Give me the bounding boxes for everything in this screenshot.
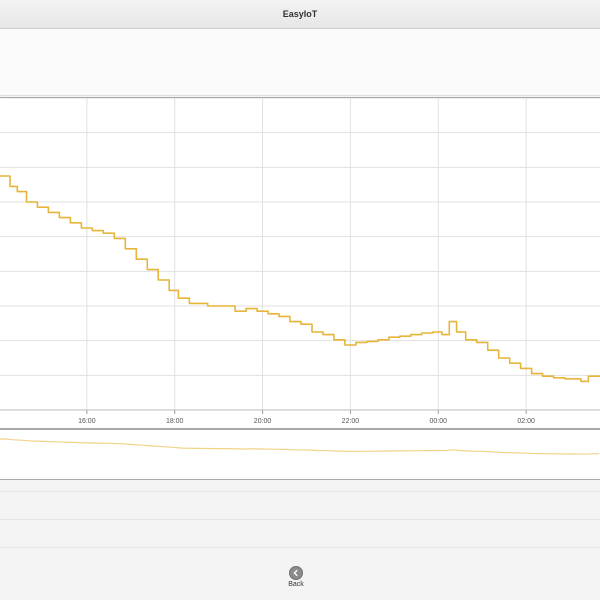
data-point (426, 332, 429, 334)
data-point (591, 375, 593, 378)
data-point (360, 341, 363, 344)
data-point (327, 333, 330, 336)
data-point (140, 258, 143, 260)
data-point (261, 310, 264, 312)
list-divider (0, 519, 600, 520)
chart-panel[interactable]: 16:00 18:00 20:00 22:00 00:00 02:00 (0, 97, 600, 429)
data-point (481, 341, 484, 344)
series-line (0, 175, 600, 383)
data-point (437, 331, 440, 333)
data-point (42, 206, 44, 208)
data-point (64, 216, 66, 219)
data-point (5, 175, 8, 177)
title-bar: EasyIoT (0, 0, 600, 29)
data-point (217, 305, 220, 307)
data-point (452, 320, 454, 323)
x-tick-label: 00:00 (430, 418, 448, 425)
back-label: Back (288, 581, 304, 588)
series-layer (0, 175, 600, 383)
data-point (272, 313, 275, 315)
data-point (415, 333, 418, 336)
data-point (119, 237, 121, 240)
data-point (514, 362, 516, 365)
data-point (151, 268, 154, 271)
list-divider (0, 547, 600, 548)
data-point (86, 227, 88, 229)
data-point (12, 185, 15, 188)
x-tick-label: 22:00 (342, 418, 360, 425)
data-point (20, 190, 22, 193)
header-panel (0, 29, 600, 96)
data-point (97, 229, 99, 232)
data-point (503, 357, 505, 359)
x-tick-label: 18:00 (166, 418, 184, 425)
data-point (53, 211, 55, 214)
data-point (316, 331, 319, 333)
data-point (195, 302, 198, 305)
navigator-chart[interactable] (0, 430, 600, 479)
data-point (569, 378, 571, 380)
data-point (444, 333, 447, 336)
data-point (162, 279, 165, 281)
x-tick-label: 20:00 (254, 418, 272, 425)
app-title: EasyIoT (282, 9, 318, 19)
data-point (492, 349, 494, 351)
data-point (294, 320, 297, 323)
data-point (338, 339, 341, 341)
data-point (173, 289, 176, 292)
data-point (305, 323, 308, 325)
data-point (108, 232, 110, 234)
data-point (459, 331, 462, 333)
data-point (525, 367, 527, 370)
data-point (404, 335, 407, 337)
data-point (382, 339, 385, 341)
data-point (470, 339, 473, 341)
data-point (371, 340, 374, 343)
data-point (228, 305, 231, 307)
list-divider (0, 491, 600, 492)
data-point (283, 315, 286, 318)
data-point (239, 310, 242, 312)
data-point (583, 380, 586, 383)
data-point (181, 297, 183, 299)
navigator-series-line (0, 438, 600, 455)
data-point (129, 248, 132, 250)
x-axis-ticks: 16:00 18:00 20:00 22:00 00:00 02:00 (0, 409, 600, 425)
main-chart[interactable]: 16:00 18:00 20:00 22:00 00:00 02:00 (0, 97, 600, 428)
data-point (536, 372, 538, 375)
data-point (250, 307, 253, 310)
data-point (31, 201, 33, 203)
data-point (393, 336, 396, 338)
data-point (576, 378, 579, 380)
data-point (75, 222, 77, 224)
x-tick-label: 02:00 (517, 418, 535, 425)
back-button[interactable]: Back (276, 566, 316, 596)
back-arrow-icon (289, 566, 303, 580)
x-tick-label: 16:00 (78, 418, 96, 425)
data-point (547, 375, 549, 378)
navigator-panel[interactable] (0, 429, 600, 480)
data-point (349, 344, 352, 346)
data-point (558, 376, 560, 379)
